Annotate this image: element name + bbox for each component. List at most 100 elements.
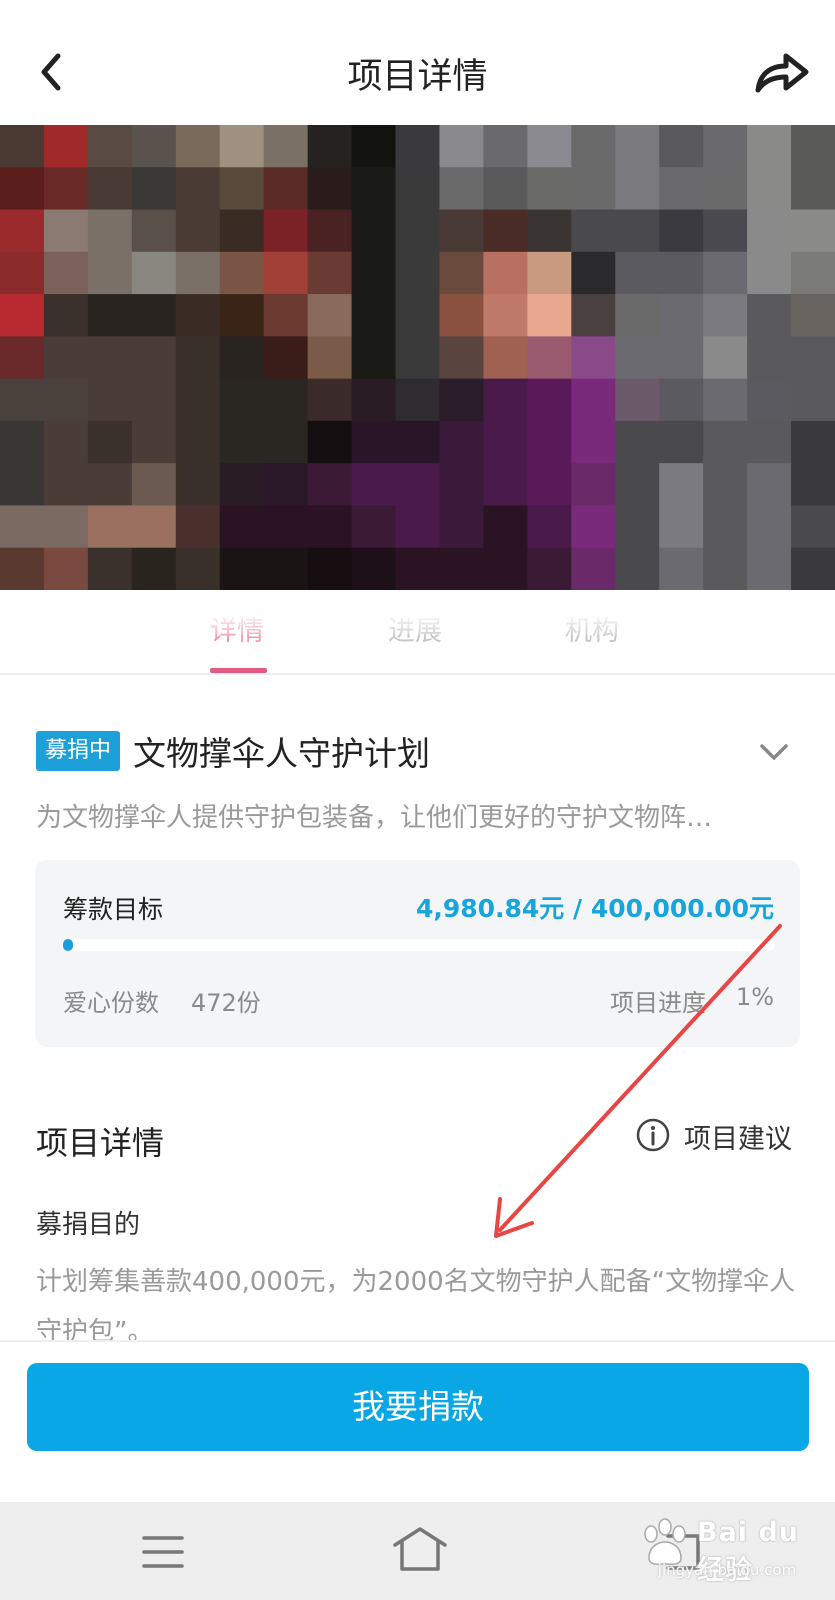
progress-bar [63, 939, 775, 951]
mosaic-tile [219, 251, 265, 295]
mosaic-tile [703, 251, 748, 295]
mosaic-tile [571, 547, 616, 590]
mosaic-tile [0, 125, 45, 168]
mosaic-tile [527, 463, 572, 507]
mosaic-tile [703, 125, 748, 168]
mosaic-tile [703, 420, 748, 464]
mosaic-tile [307, 378, 353, 422]
mosaic-tile [87, 505, 133, 549]
mosaic-tile [175, 209, 221, 253]
mosaic-tile [791, 378, 835, 422]
mosaic-tile [439, 294, 485, 337]
mosaic-tile [659, 209, 704, 253]
mosaic-tile [571, 209, 616, 253]
expand-button[interactable] [758, 738, 790, 766]
mosaic-tile [263, 167, 309, 211]
mosaic-tile [131, 167, 177, 211]
mosaic-tile [439, 463, 485, 507]
mosaic-tile [483, 547, 528, 590]
mosaic-tile [747, 251, 792, 295]
nav-home-button[interactable] [391, 1525, 449, 1575]
mosaic-tile [131, 294, 177, 337]
mosaic-tile [219, 167, 265, 211]
mosaic-tile [0, 463, 45, 507]
mosaic-tile [263, 547, 309, 590]
mosaic-tile [219, 378, 265, 422]
page-title: 项目详情 [347, 57, 488, 97]
donate-button[interactable]: 我要捐款 [27, 1363, 809, 1451]
project-summary: 为文物撑伞人提供守护包装备，让他们更好的守护文物阵… [36, 803, 713, 833]
mosaic-tile [703, 505, 748, 549]
mosaic-tile [571, 378, 616, 422]
mosaic-tile [659, 547, 704, 590]
mosaic-tile [307, 209, 353, 253]
mosaic-tile [439, 420, 485, 464]
cover-image [0, 125, 835, 590]
mosaic-tile [791, 251, 835, 295]
mosaic-tile [131, 336, 177, 380]
mosaic-tile [483, 505, 528, 549]
purpose-heading: 募捐目的 [36, 1210, 141, 1240]
mosaic-tile [43, 420, 89, 464]
mosaic-tile [43, 547, 89, 590]
mosaic-tile [527, 209, 572, 253]
mosaic-tile [43, 336, 89, 380]
mosaic-tile [351, 505, 397, 549]
goal-amount: 4,980.84元 / 400,000.00元 [415, 894, 774, 923]
mosaic-tile [659, 167, 704, 211]
mosaic-tile [439, 547, 485, 590]
mosaic-tile [791, 336, 835, 380]
mosaic-tile [703, 463, 748, 507]
mosaic-tile [527, 125, 572, 168]
mosaic-tile [791, 420, 835, 464]
mosaic-tile [615, 167, 660, 211]
mosaic-tile [263, 209, 309, 253]
mosaic-tile [395, 336, 441, 380]
mosaic-tile [659, 378, 704, 422]
mosaic-tile [659, 463, 704, 507]
nav-menu-button[interactable] [141, 1532, 185, 1572]
mosaic-tile [395, 294, 441, 337]
mosaic-tile [307, 505, 353, 549]
mosaic-tile [219, 294, 265, 337]
mosaic-tile [307, 420, 353, 464]
mosaic-tile [351, 294, 397, 337]
mosaic-tile [791, 125, 835, 168]
mosaic-tile [395, 547, 441, 590]
mosaic-tile [307, 547, 353, 590]
progress-bar-fill [63, 939, 73, 951]
mosaic-tile [395, 378, 441, 422]
mosaic-tile [483, 420, 528, 464]
mosaic-tile [87, 125, 133, 168]
mosaic-tile [571, 294, 616, 337]
mosaic-tile [439, 209, 485, 253]
mosaic-tile [263, 251, 309, 295]
mosaic-tile [0, 336, 45, 380]
mosaic-tile [659, 125, 704, 168]
mosaic-tile [87, 463, 133, 507]
mosaic-tile [0, 209, 45, 253]
cover-fade-mask [0, 595, 835, 635]
mosaic-tile [439, 378, 485, 422]
mosaic-tile [747, 420, 792, 464]
mosaic-tile [483, 463, 528, 507]
mosaic-tile [571, 336, 616, 380]
mosaic-tile [0, 294, 45, 337]
mosaic-tile [351, 547, 397, 590]
mosaic-tile [439, 505, 485, 549]
mosaic-tile [659, 420, 704, 464]
mosaic-tile [791, 505, 835, 549]
mosaic-tile [307, 251, 353, 295]
mosaic-tile [219, 209, 265, 253]
mosaic-tile [307, 336, 353, 380]
suggestion-label: 项目建议 [684, 1124, 792, 1155]
mosaic-tile [351, 378, 397, 422]
mosaic-tile [615, 378, 660, 422]
mosaic-tile [747, 336, 792, 380]
hearts-value: 472份 [191, 989, 261, 1017]
mosaic-tile [527, 420, 572, 464]
share-button[interactable] [754, 48, 810, 98]
mosaic-tile [219, 463, 265, 507]
mosaic-tile [351, 167, 397, 211]
mosaic-tile [131, 547, 177, 590]
